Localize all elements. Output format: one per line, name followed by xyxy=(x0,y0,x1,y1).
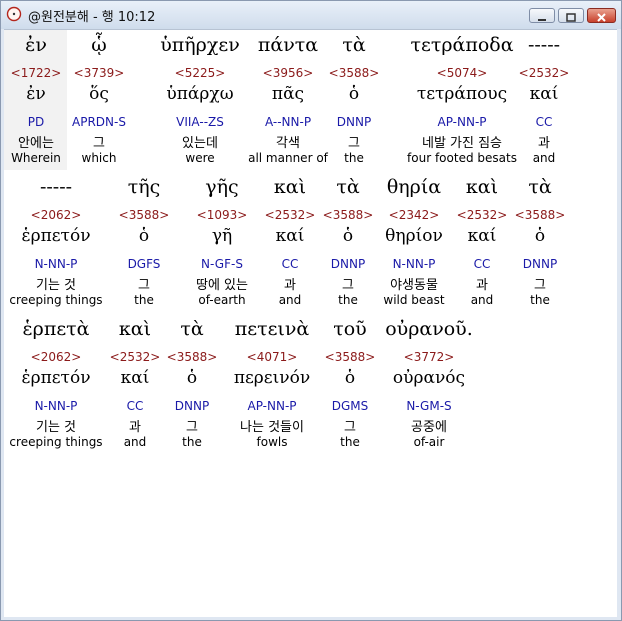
korean-gloss[interactable]: 과 xyxy=(484,132,604,151)
minimize-icon xyxy=(538,19,546,21)
title-bar[interactable]: @원전분해 - 행 10:12 xyxy=(1,1,621,29)
korean-gloss[interactable]: 공중에 xyxy=(369,416,489,435)
korean-gloss[interactable]: 그 xyxy=(480,274,600,293)
korean-gloss[interactable]: 그 xyxy=(294,132,414,151)
close-button[interactable] xyxy=(587,8,616,23)
lemma[interactable]: οὐρανός xyxy=(369,368,489,392)
maximize-icon xyxy=(566,13,576,22)
maximize-button[interactable] xyxy=(558,8,584,23)
strong-number[interactable]: <2532> xyxy=(484,66,604,82)
greek-word[interactable]: οὐρανοῦ. xyxy=(369,318,489,344)
close-icon xyxy=(597,13,606,22)
strong-number[interactable]: <3772> xyxy=(369,350,489,366)
lemma[interactable]: ὁ xyxy=(294,84,414,108)
interlinear-window: @원전분해 - 행 10:12 ἐν <1722> ἐν PD 안에는 Wherein ᾧ <… xyxy=(0,0,622,621)
compass-icon xyxy=(6,6,22,22)
english-gloss[interactable]: the xyxy=(480,293,600,309)
greek-word[interactable]: ----- xyxy=(484,34,604,60)
greek-word[interactable]: τὰ xyxy=(480,176,600,202)
parse-code[interactable]: N-GM-S xyxy=(369,399,489,415)
parse-code[interactable]: DNNP xyxy=(480,257,600,273)
strong-number[interactable]: <3588> xyxy=(480,208,600,224)
minimize-button[interactable] xyxy=(529,8,555,23)
lemma[interactable]: ὁ xyxy=(480,226,600,250)
lemma[interactable]: καί xyxy=(484,84,604,108)
english-gloss[interactable]: the xyxy=(294,151,414,167)
parse-code[interactable]: CC xyxy=(484,115,604,131)
greek-word[interactable]: τὰ xyxy=(294,34,414,60)
english-gloss[interactable]: and xyxy=(484,151,604,167)
window-title: @원전분해 - 행 10:12 xyxy=(28,10,156,25)
parse-code[interactable]: DNNP xyxy=(294,115,414,131)
strong-number[interactable]: <3588> xyxy=(294,66,414,82)
interlinear-panel: ἐν <1722> ἐν PD 안에는 Wherein ᾧ <3739> ὅς APRDN-S 그 w… xyxy=(4,29,617,617)
english-gloss[interactable]: of-air xyxy=(369,435,489,451)
